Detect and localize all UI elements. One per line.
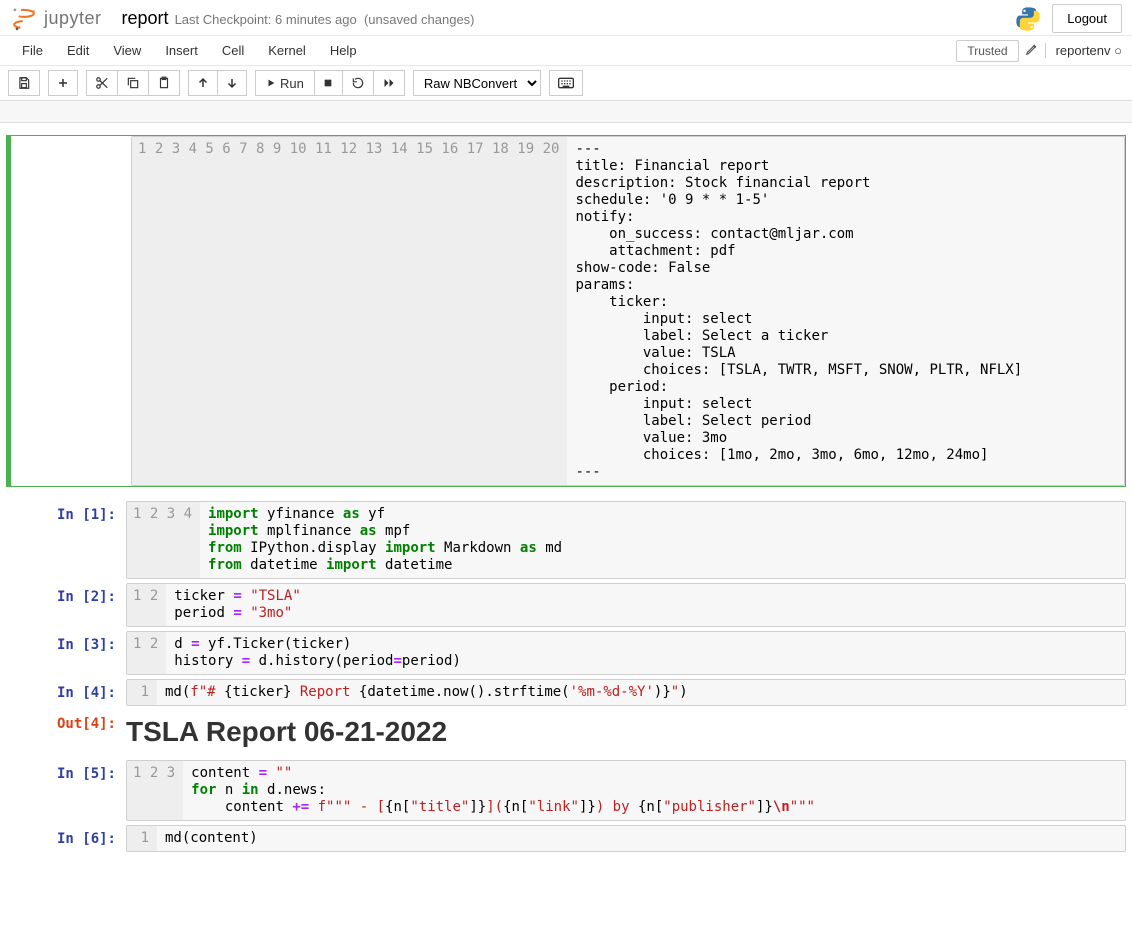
interrupt-button[interactable] <box>314 70 342 96</box>
python-kernel-icon <box>1014 5 1042 33</box>
menubar: FileEditViewInsertCellKernelHelp Trusted… <box>0 36 1132 66</box>
notebook-header: jupyter report Last Checkpoint: 6 minute… <box>0 0 1132 36</box>
code-cell[interactable]: In [3]:1 2d = yf.Ticker(ticker) history … <box>6 631 1126 675</box>
restart-icon <box>351 76 365 90</box>
in-prompt: In [6]: <box>6 825 126 852</box>
code-cell[interactable]: In [5]:1 2 3content = "" for n in d.news… <box>6 760 1126 821</box>
title-area: report Last Checkpoint: 6 minutes ago (u… <box>122 8 475 29</box>
code-cell[interactable]: In [2]:1 2ticker = "TSLA" period = "3mo" <box>6 583 1126 627</box>
in-prompt: In [4]: <box>6 679 126 706</box>
toolbar: Run Raw NBConvert <box>0 66 1132 101</box>
code-content[interactable]: import yfinance as yf import mplfinance … <box>200 502 1125 578</box>
code-content[interactable]: --- title: Financial report description:… <box>567 137 1124 485</box>
code-cell[interactable]: In [6]:1md(content) <box>6 825 1126 852</box>
keyboard-icon <box>558 77 574 89</box>
in-prompt: In [2]: <box>6 583 126 627</box>
paste-icon <box>157 76 171 90</box>
in-prompt: In [5]: <box>6 760 126 821</box>
code-cell[interactable]: In [4]:1md(f"# {ticker} Report {datetime… <box>6 679 1126 706</box>
line-gutter: 1 <box>127 680 157 705</box>
jupyter-logo-text: jupyter <box>44 8 102 29</box>
save-icon <box>17 76 31 90</box>
code-content[interactable]: md(content) <box>157 826 1125 851</box>
run-button[interactable]: Run <box>255 70 314 96</box>
line-gutter: 1 2 3 <box>127 761 183 820</box>
code-input-area[interactable]: 1 2 3 4 5 6 7 8 9 10 11 12 13 14 15 16 1… <box>131 136 1125 486</box>
edit-pencil-icon[interactable] <box>1025 42 1039 59</box>
output-heading: TSLA Report 06-21-2022 <box>126 716 1126 748</box>
insert-cell-button[interactable] <box>48 70 78 96</box>
play-icon <box>266 78 276 88</box>
kernel-name[interactable]: reportenv ○ <box>1045 43 1122 58</box>
menu-help[interactable]: Help <box>318 37 369 64</box>
menu-kernel[interactable]: Kernel <box>256 37 318 64</box>
code-input-area[interactable]: 1md(f"# {ticker} Report {datetime.now().… <box>126 679 1126 706</box>
stop-icon <box>323 78 333 88</box>
menu-view[interactable]: View <box>101 37 153 64</box>
checkpoint-status: Last Checkpoint: 6 minutes ago (unsaved … <box>175 12 475 27</box>
line-gutter: 1 2 3 4 5 6 7 8 9 10 11 12 13 14 15 16 1… <box>132 137 567 485</box>
copy-icon <box>126 76 140 90</box>
save-button[interactable] <box>8 70 40 96</box>
scissors-icon <box>95 76 109 90</box>
line-gutter: 1 2 <box>127 632 166 674</box>
code-content[interactable]: md(f"# {ticker} Report {datetime.now().s… <box>157 680 1125 705</box>
cell-type-select[interactable]: Raw NBConvert <box>413 70 541 96</box>
notebook-container: 1 2 3 4 5 6 7 8 9 10 11 12 13 14 15 16 1… <box>0 123 1132 886</box>
in-prompt: In [3]: <box>6 631 126 675</box>
toolbar-gap <box>0 101 1132 123</box>
restart-run-all-button[interactable] <box>373 70 405 96</box>
paste-button[interactable] <box>148 70 180 96</box>
code-input-area[interactable]: 1 2ticker = "TSLA" period = "3mo" <box>126 583 1126 627</box>
in-prompt: In [1]: <box>6 501 126 579</box>
arrow-up-icon <box>197 77 209 89</box>
menu-insert[interactable]: Insert <box>153 37 210 64</box>
menu-file[interactable]: File <box>10 37 55 64</box>
plus-icon <box>57 77 69 89</box>
trusted-indicator[interactable]: Trusted <box>956 40 1018 62</box>
code-content[interactable]: ticker = "TSLA" period = "3mo" <box>166 584 1125 626</box>
code-input-area[interactable]: 1 2 3 4import yfinance as yf import mplf… <box>126 501 1126 579</box>
out-prompt: Out[4]: <box>6 710 126 756</box>
menu-cell[interactable]: Cell <box>210 37 256 64</box>
jupyter-logo-icon <box>10 5 38 33</box>
code-input-area[interactable]: 1md(content) <box>126 825 1126 852</box>
menu-list: FileEditViewInsertCellKernelHelp <box>10 37 369 64</box>
move-down-button[interactable] <box>217 70 247 96</box>
copy-button[interactable] <box>117 70 148 96</box>
fast-forward-icon <box>382 77 396 89</box>
code-content[interactable]: d = yf.Ticker(ticker) history = d.histor… <box>166 632 1125 674</box>
restart-button[interactable] <box>342 70 373 96</box>
jupyter-logo[interactable]: jupyter <box>10 5 102 33</box>
header-right: Logout <box>1014 4 1122 33</box>
code-content[interactable]: content = "" for n in d.news: content +=… <box>183 761 1125 820</box>
notebook-name[interactable]: report <box>122 8 169 29</box>
menubar-right: Trusted reportenv ○ <box>956 40 1122 62</box>
arrow-down-icon <box>226 77 238 89</box>
command-palette-button[interactable] <box>549 70 583 96</box>
code-cell[interactable]: In [1]:1 2 3 4import yfinance as yf impo… <box>6 501 1126 579</box>
line-gutter: 1 2 3 4 <box>127 502 200 578</box>
kernel-busy-icon: ○ <box>1114 43 1122 58</box>
output-cell: Out[4]:TSLA Report 06-21-2022 <box>6 710 1126 756</box>
line-gutter: 1 2 <box>127 584 166 626</box>
raw-cell[interactable]: 1 2 3 4 5 6 7 8 9 10 11 12 13 14 15 16 1… <box>6 135 1126 487</box>
cut-button[interactable] <box>86 70 117 96</box>
code-input-area[interactable]: 1 2d = yf.Ticker(ticker) history = d.his… <box>126 631 1126 675</box>
menu-edit[interactable]: Edit <box>55 37 101 64</box>
in-prompt <box>11 136 131 486</box>
logout-button[interactable]: Logout <box>1052 4 1122 33</box>
move-up-button[interactable] <box>188 70 217 96</box>
line-gutter: 1 <box>127 826 157 851</box>
code-input-area[interactable]: 1 2 3content = "" for n in d.news: conte… <box>126 760 1126 821</box>
markdown-output: TSLA Report 06-21-2022 <box>126 710 1126 756</box>
